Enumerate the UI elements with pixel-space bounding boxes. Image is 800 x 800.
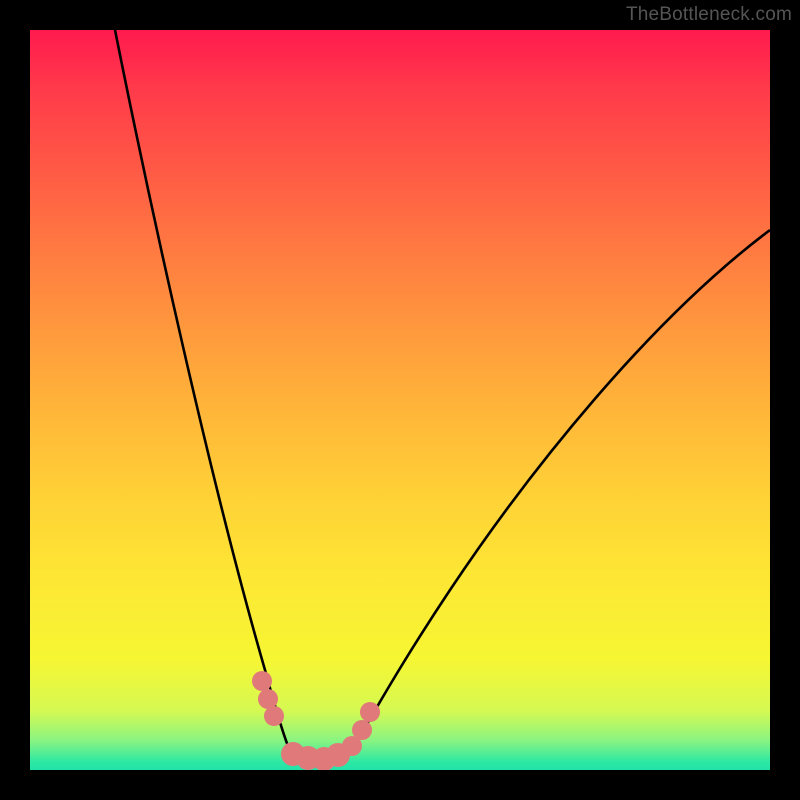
curve-descending [115, 30, 292, 755]
highlight-dots-group [252, 671, 380, 770]
highlight-dot [252, 671, 272, 691]
highlight-dot [360, 702, 380, 722]
highlight-dot [352, 720, 372, 740]
highlight-dot [264, 706, 284, 726]
highlight-dot [258, 689, 278, 709]
curve-ascending [348, 230, 770, 755]
chart-svg-layer [30, 30, 770, 770]
watermark-text: TheBottleneck.com [626, 4, 792, 26]
